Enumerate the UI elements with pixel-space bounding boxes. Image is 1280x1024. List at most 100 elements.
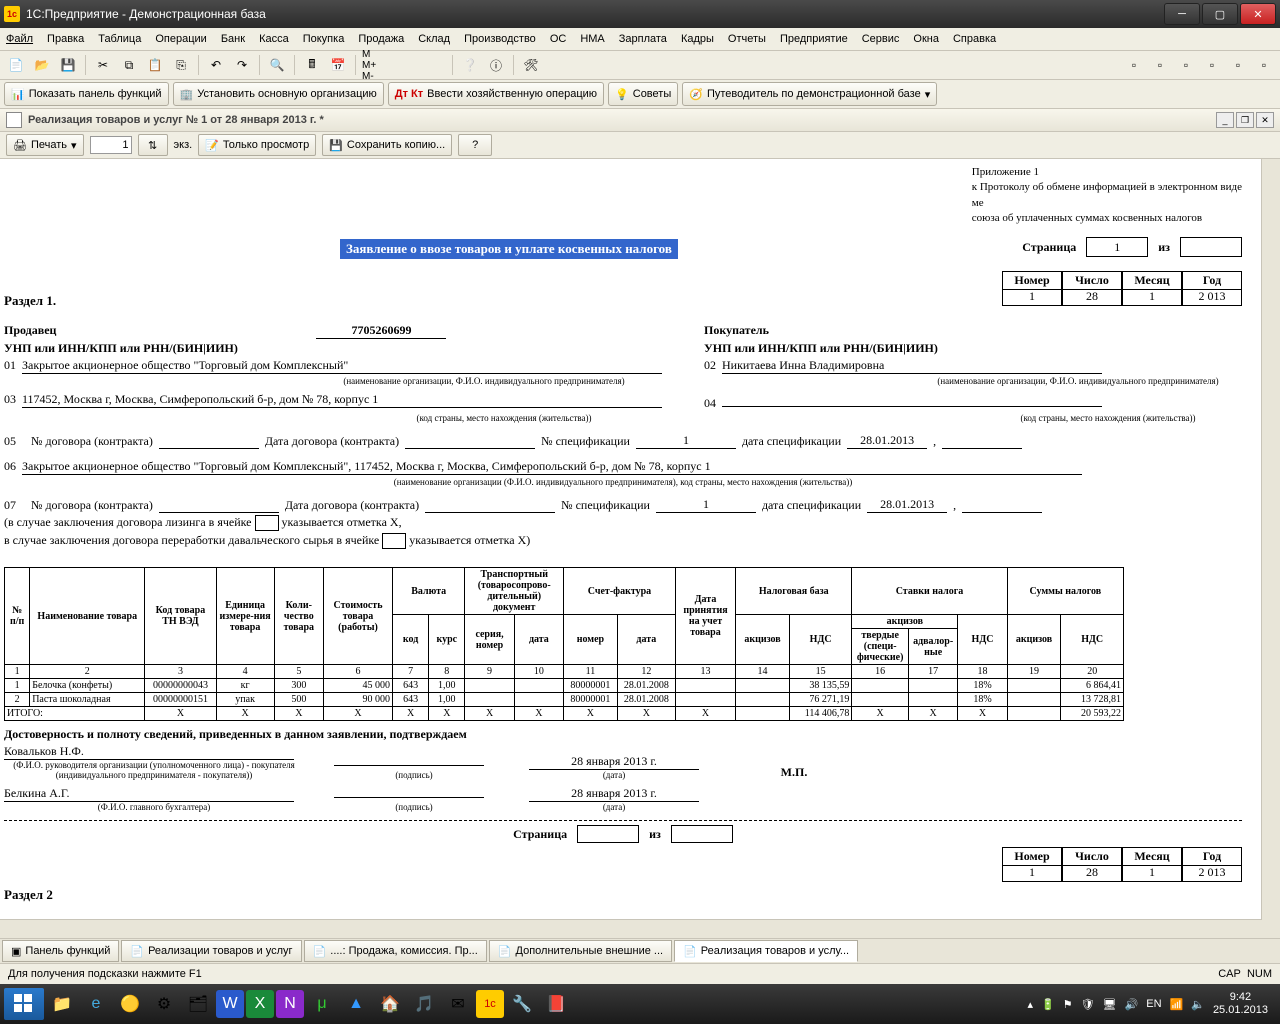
menu-windows[interactable]: Окна	[913, 33, 939, 45]
task-torrent-icon[interactable]: μ	[306, 988, 338, 1020]
tray-volume-icon[interactable]: 🔈	[1191, 998, 1205, 1011]
action-toolbar: 📊 Показать панель функций 🏢 Установить о…	[0, 80, 1280, 109]
menu-cash[interactable]: Касса	[259, 33, 289, 45]
menu-bank[interactable]: Банк	[221, 33, 245, 45]
print-button[interactable]: 🖨 Печать ▾	[6, 134, 84, 156]
show-panel-button[interactable]: 📊 Показать панель функций	[4, 82, 169, 106]
find-icon[interactable]: 🔍	[265, 53, 289, 77]
enter-op-button[interactable]: Дт Кт Ввести хозяйственную операцию	[388, 82, 604, 106]
btab-doc-active[interactable]: 📄 Реализация товаров и услу...	[674, 940, 858, 962]
task-excel-icon[interactable]: X	[246, 990, 274, 1018]
guide-button[interactable]: 🧭 Путеводитель по демонстрационной базе …	[682, 82, 937, 106]
task-explorer-icon[interactable]: 📁	[46, 988, 78, 1020]
menu-service[interactable]: Сервис	[862, 33, 900, 45]
task-chrome-icon[interactable]: 🟡	[114, 988, 146, 1020]
btab-real[interactable]: 📄 Реализации товаров и услуг	[121, 940, 301, 962]
tray-up-icon[interactable]: ▴	[1028, 998, 1034, 1011]
new-icon[interactable]: 📄	[4, 53, 28, 77]
copy-icon[interactable]: ⧉	[117, 53, 141, 77]
menu-enterprise[interactable]: Предприятие	[780, 33, 848, 45]
menu-file[interactable]: Файл	[6, 33, 33, 45]
cut-icon[interactable]: ✂	[91, 53, 115, 77]
menu-table[interactable]: Таблица	[98, 33, 141, 45]
save-copy-button[interactable]: 💾 Сохранить копию...	[322, 134, 452, 156]
page-indicator: Страница 1 из	[1022, 237, 1242, 257]
maximize-button[interactable]: ▢	[1202, 3, 1238, 25]
task-ie-icon[interactable]: e	[80, 988, 112, 1020]
view-only-button[interactable]: 📝 Только просмотр	[198, 134, 316, 156]
menu-salary[interactable]: Зарплата	[619, 33, 667, 45]
task-app5-icon[interactable]: 🔧	[506, 988, 538, 1020]
task-app3-icon[interactable]: 🎵	[408, 988, 440, 1020]
table-row: 1Белочка (конфеты)00000000043кг30045 000…	[5, 679, 1124, 693]
section-2-heading: Раздел 2	[4, 887, 53, 903]
menu-hr[interactable]: Кадры	[681, 33, 714, 45]
doc-help-button[interactable]: ?	[458, 134, 492, 156]
task-steam-icon[interactable]: ⚙	[148, 988, 180, 1020]
task-1c-icon[interactable]: 1c	[476, 990, 504, 1018]
main-toolbar: 📄 📂 💾 ✂ ⧉ 📋 ⎘ ↶ ↷ 🔍 🖩 📅 M M+ M- ❔ ⓘ 🛠 ▫ …	[0, 51, 1280, 80]
tray-icon[interactable]: 🖥	[1103, 998, 1117, 1011]
set-org-button[interactable]: 🏢 Установить основную организацию	[173, 82, 384, 106]
menu-production[interactable]: Производство	[464, 33, 536, 45]
horizontal-scrollbar[interactable]	[0, 919, 1262, 938]
close-button[interactable]: ✕	[1240, 3, 1276, 25]
calc-icon[interactable]: 🖩	[300, 53, 324, 77]
start-button[interactable]	[4, 988, 44, 1020]
doc-minimize-button[interactable]: _	[1216, 112, 1234, 128]
menu-purchase[interactable]: Покупка	[303, 33, 345, 45]
info-icon[interactable]: ⓘ	[484, 53, 508, 77]
tray-icon[interactable]: 🔋	[1041, 998, 1055, 1011]
copies-stepper[interactable]: ⇅	[138, 134, 168, 156]
ext3-icon[interactable]: ▫	[1174, 53, 1198, 77]
save-icon[interactable]: 💾	[56, 53, 80, 77]
task-app2-icon[interactable]: 🏠	[374, 988, 406, 1020]
menu-nma[interactable]: НМА	[580, 33, 604, 45]
redo-icon[interactable]: ↷	[230, 53, 254, 77]
ext1-icon[interactable]: ▫	[1122, 53, 1146, 77]
tips-button[interactable]: 💡 Советы	[608, 82, 678, 106]
btab-ext[interactable]: 📄 Дополнительные внешние ...	[489, 940, 672, 962]
btab-panel[interactable]: ▣ Панель функций	[2, 940, 119, 962]
status-bar: Для получения подсказки нажмите F1 CAP N…	[0, 963, 1280, 984]
task-folder-icon[interactable]: 🗂	[182, 988, 214, 1020]
doc-restore-button[interactable]: ❐	[1236, 112, 1254, 128]
btab-sale[interactable]: 📄 ....: Продажа, комиссия. Пр...	[304, 940, 487, 962]
copies-input[interactable]	[90, 136, 132, 154]
tray-network-icon[interactable]: 📶	[1170, 998, 1184, 1011]
undo-icon[interactable]: ↶	[204, 53, 228, 77]
doc-close-button[interactable]: ✕	[1256, 112, 1274, 128]
compare-icon[interactable]: ⎘	[169, 53, 193, 77]
help-icon[interactable]: ❔	[458, 53, 482, 77]
ext5-icon[interactable]: ▫	[1226, 53, 1250, 77]
tray-icon[interactable]: 🛡	[1081, 998, 1095, 1011]
open-icon[interactable]: 📂	[30, 53, 54, 77]
ext2-icon[interactable]: ▫	[1148, 53, 1172, 77]
menu-warehouse[interactable]: Склад	[418, 33, 450, 45]
tray-lang[interactable]: EN	[1146, 998, 1161, 1010]
mm-icon[interactable]: M M+ M-	[361, 53, 385, 77]
ext6-icon[interactable]: ▫	[1252, 53, 1276, 77]
menu-reports[interactable]: Отчеты	[728, 33, 766, 45]
task-onenote-icon[interactable]: N	[276, 990, 304, 1018]
task-app4-icon[interactable]: ✉	[442, 988, 474, 1020]
minimize-button[interactable]: ─	[1164, 3, 1200, 25]
task-app1-icon[interactable]: ▲	[340, 988, 372, 1020]
menu-operations[interactable]: Операции	[155, 33, 206, 45]
task-app6-icon[interactable]: 📕	[540, 988, 572, 1020]
settings-icon[interactable]: 🛠	[519, 53, 543, 77]
column-numbers-row: 1234567891011121314151617181920	[5, 665, 1124, 679]
main-menu: Файл Правка Таблица Операции Банк Касса …	[0, 28, 1280, 51]
menu-help[interactable]: Справка	[953, 33, 996, 45]
tray-icon[interactable]: ⚑	[1063, 998, 1073, 1011]
menu-os[interactable]: ОС	[550, 33, 567, 45]
menu-edit[interactable]: Правка	[47, 33, 84, 45]
task-word-icon[interactable]: W	[216, 990, 244, 1018]
vertical-scrollbar[interactable]	[1261, 159, 1280, 920]
tray-clock[interactable]: 9:4225.01.2013	[1213, 991, 1268, 1017]
menu-sale[interactable]: Продажа	[358, 33, 404, 45]
calendar-icon[interactable]: 📅	[326, 53, 350, 77]
paste-icon[interactable]: 📋	[143, 53, 167, 77]
tray-icon[interactable]: 🔊	[1125, 998, 1139, 1011]
ext4-icon[interactable]: ▫	[1200, 53, 1224, 77]
